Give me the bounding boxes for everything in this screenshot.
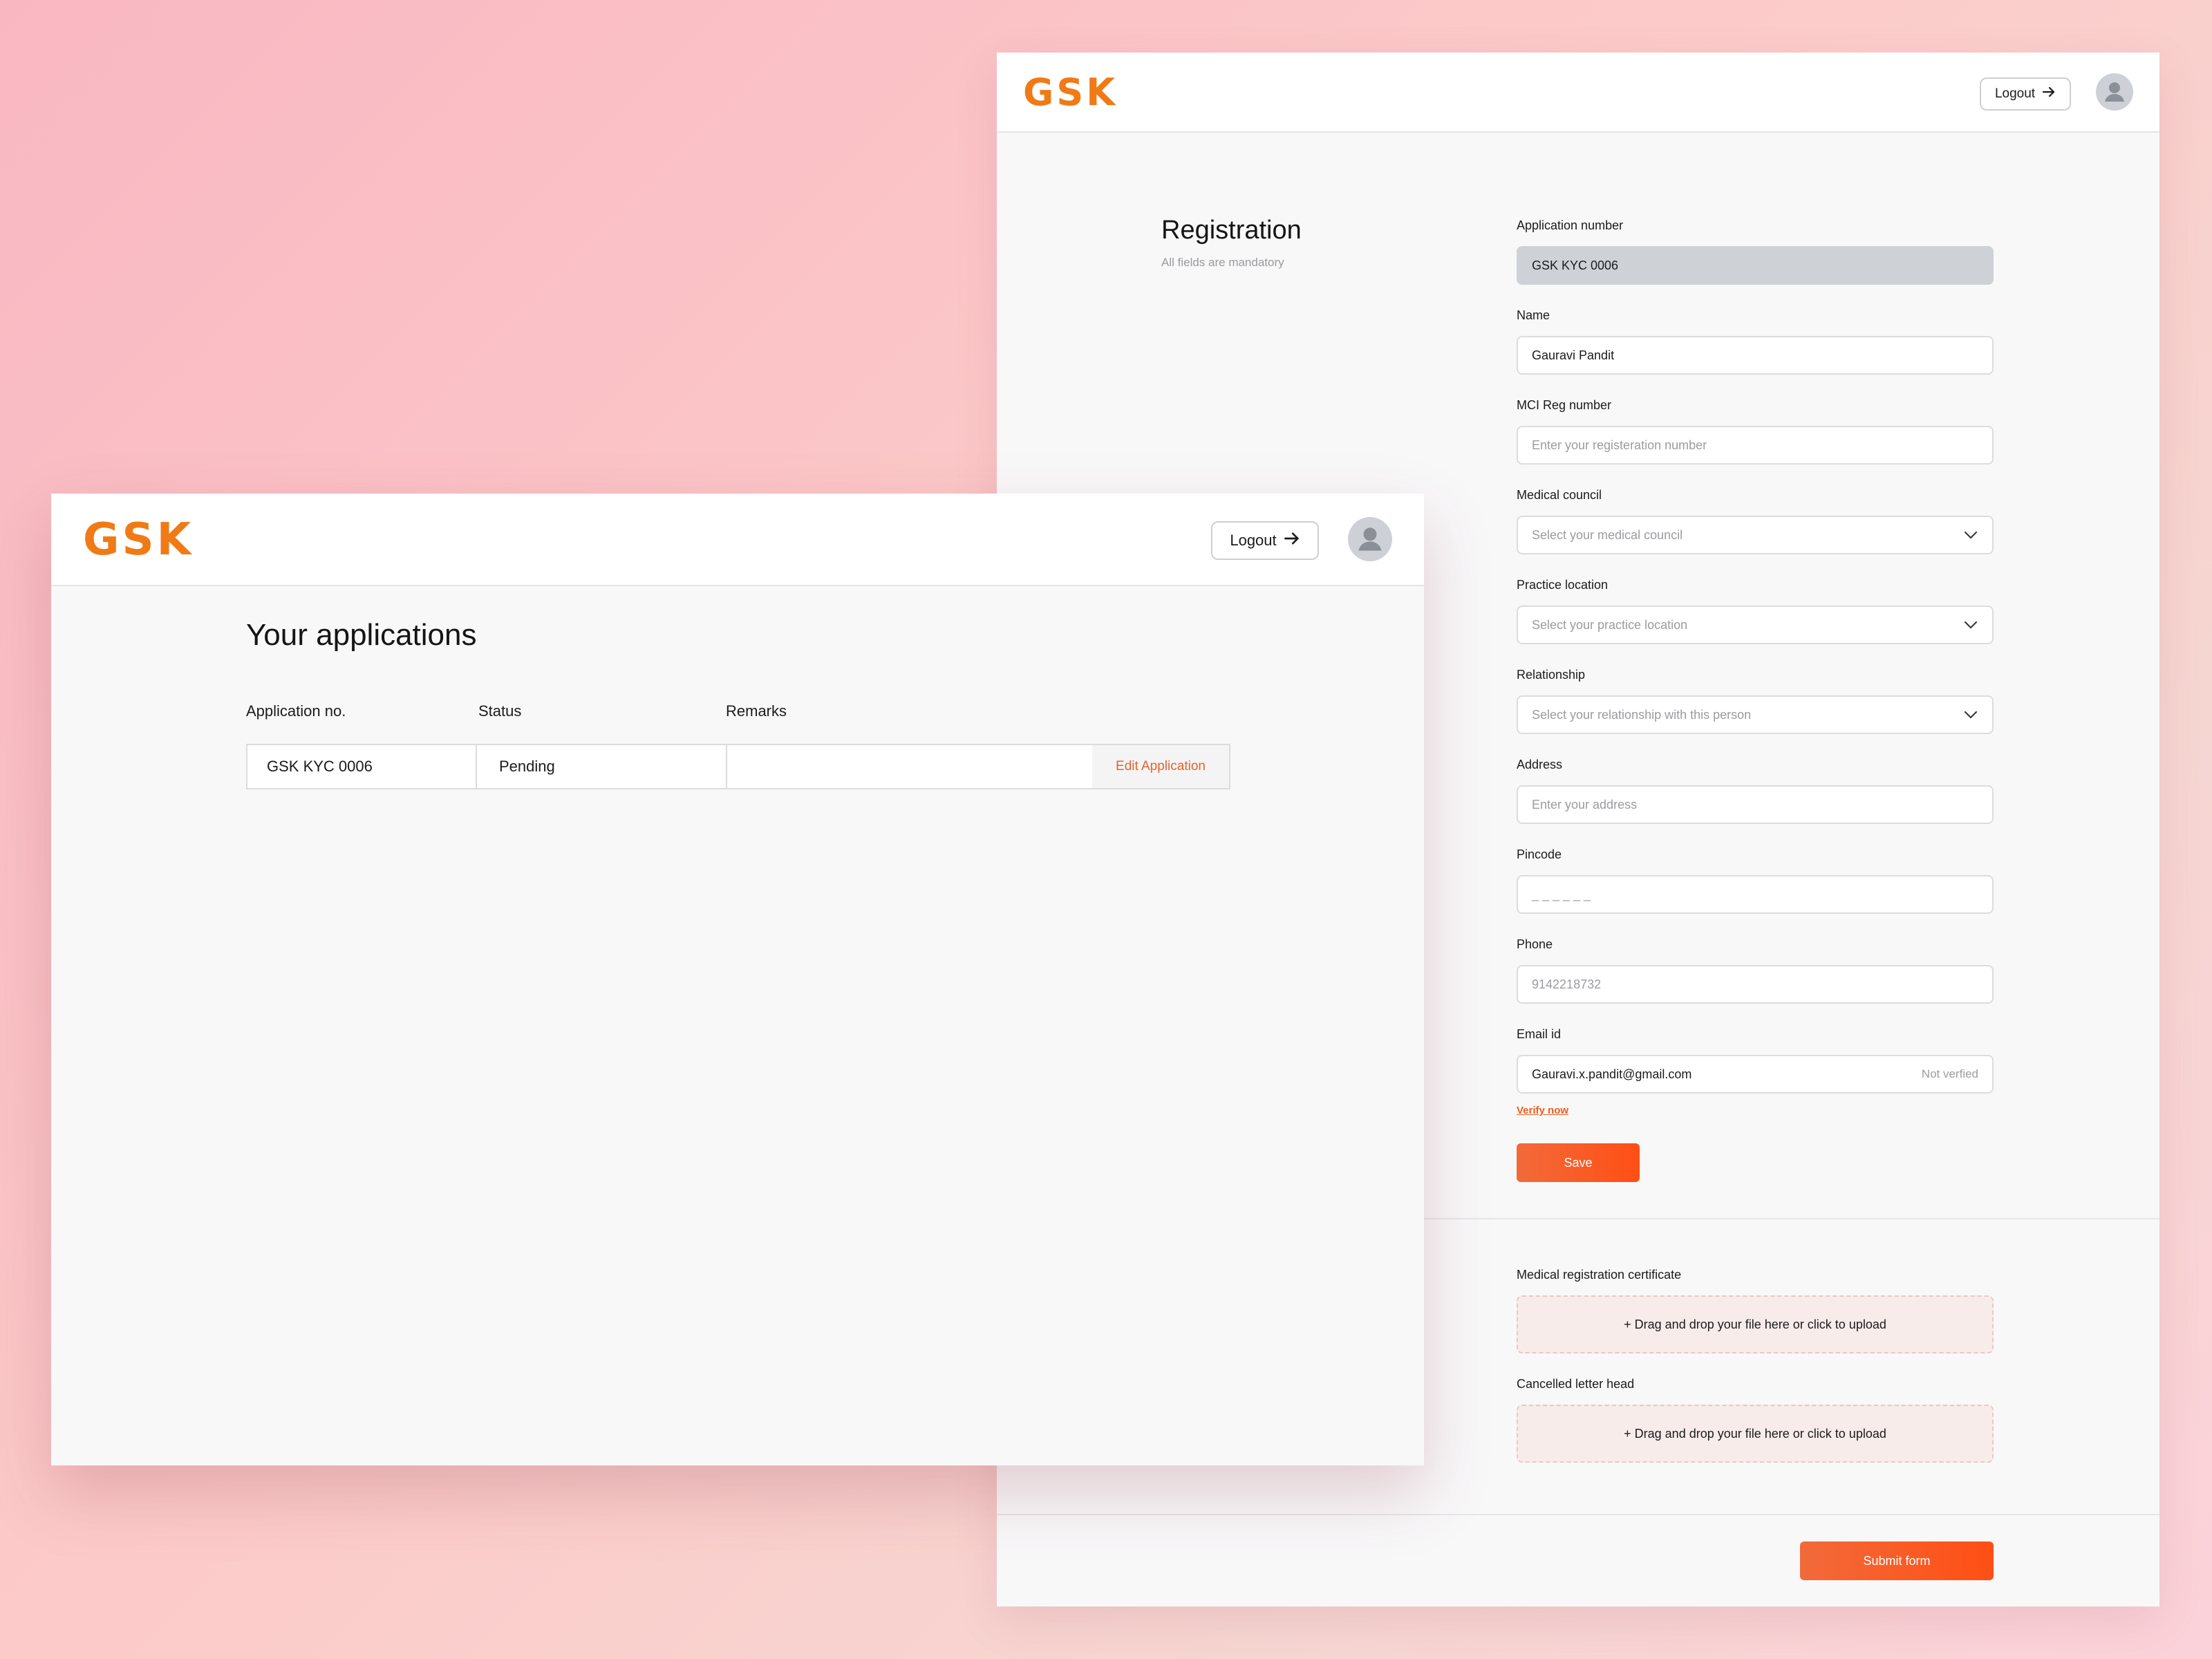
relationship-select[interactable]: Select your relationship with this perso…: [1517, 695, 1994, 734]
chevron-down-icon: [1963, 620, 1978, 630]
chevron-down-icon: [1963, 530, 1978, 540]
mci-reg-placeholder: Enter your registeration number: [1532, 438, 1707, 452]
logout-button[interactable]: Logout: [1211, 521, 1319, 560]
name-input[interactable]: Gauravi Pandit: [1517, 336, 1994, 375]
pincode-label: Pincode: [1517, 847, 1562, 861]
pincode-input[interactable]: _ _ _ _ _ _: [1517, 875, 1994, 914]
address-label: Address: [1517, 758, 1563, 771]
relationship-label: Relationship: [1517, 668, 1586, 682]
arrow-right-icon: [2042, 86, 2056, 102]
user-avatar-icon[interactable]: [1348, 517, 1392, 561]
phone-input[interactable]: 9142218732: [1517, 965, 1994, 1004]
medical-council-placeholder: Select your medical council: [1532, 527, 1683, 542]
practice-location-label: Practice location: [1517, 578, 1609, 592]
gsk-logo: GSK: [83, 514, 194, 565]
application-number-value: GSK KYC 0006: [1532, 258, 1619, 272]
letterhead-upload[interactable]: + Drag and drop your file here or click …: [1517, 1405, 1994, 1463]
logout-label: Logout: [1994, 86, 2036, 101]
email-label: Email id: [1517, 1027, 1562, 1041]
phone-label: Phone: [1517, 937, 1553, 951]
column-header-remarks: Remarks: [726, 702, 787, 720]
mci-reg-input[interactable]: Enter your registeration number: [1517, 426, 1994, 465]
applications-window: GSK Logout Your applications Application…: [51, 494, 1424, 1465]
email-input[interactable]: Gauravi.x.pandit@gmail.com Not verfied: [1517, 1055, 1994, 1094]
gsk-logo: GSK: [1023, 71, 1118, 114]
mci-reg-label: MCI Reg number: [1517, 398, 1612, 412]
remarks-cell: [727, 745, 1092, 788]
relationship-placeholder: Select your relationship with this perso…: [1532, 707, 1752, 722]
phone-placeholder: 9142218732: [1532, 977, 1602, 991]
arrow-right-icon: [1284, 531, 1300, 550]
chevron-down-icon: [1963, 710, 1978, 720]
verify-now-link[interactable]: Verify now: [1517, 1105, 1568, 1116]
applications-header: GSK Logout: [51, 494, 1424, 586]
name-value: Gauravi Pandit: [1532, 348, 1615, 362]
table-row: GSK KYC 0006 Pending Edit Application: [246, 744, 1230, 789]
pincode-placeholder: _ _ _ _ _ _: [1532, 887, 1591, 901]
application-no-cell: GSK KYC 0006: [247, 745, 477, 788]
medical-council-select[interactable]: Select your medical council: [1517, 516, 1994, 554]
application-number-label: Application number: [1517, 218, 1624, 232]
page-subtitle: All fields are mandatory: [1161, 256, 1284, 269]
status-cell: Pending: [477, 745, 727, 788]
page-title: Registration: [1161, 216, 1302, 245]
column-header-status: Status: [478, 702, 522, 720]
page-title: Your applications: [246, 618, 477, 652]
medical-council-label: Medical council: [1517, 488, 1602, 502]
save-button[interactable]: Save: [1517, 1143, 1640, 1182]
practice-location-select[interactable]: Select your practice location: [1517, 606, 1994, 644]
submit-form-button[interactable]: Submit form: [1800, 1541, 1994, 1580]
letterhead-label: Cancelled letter head: [1517, 1377, 1635, 1391]
name-label: Name: [1517, 308, 1550, 322]
email-status: Not verfied: [1921, 1067, 1978, 1080]
address-placeholder: Enter your address: [1532, 797, 1638, 812]
email-value: Gauravi.x.pandit@gmail.com: [1532, 1067, 1692, 1081]
user-avatar-icon[interactable]: [2096, 73, 2133, 111]
practice-location-placeholder: Select your practice location: [1532, 617, 1688, 632]
footer-divider: [997, 1514, 2159, 1515]
registration-header: GSK Logout: [997, 53, 2159, 133]
application-number-field: GSK KYC 0006: [1517, 246, 1994, 285]
certificate-upload[interactable]: + Drag and drop your file here or click …: [1517, 1295, 1994, 1353]
certificate-label: Medical registration certificate: [1517, 1268, 1682, 1282]
logout-button[interactable]: Logout: [1980, 77, 2071, 111]
edit-application-button[interactable]: Edit Application: [1092, 745, 1229, 788]
address-input[interactable]: Enter your address: [1517, 785, 1994, 824]
logout-label: Logout: [1230, 532, 1277, 549]
column-header-application-no: Application no.: [246, 702, 346, 720]
